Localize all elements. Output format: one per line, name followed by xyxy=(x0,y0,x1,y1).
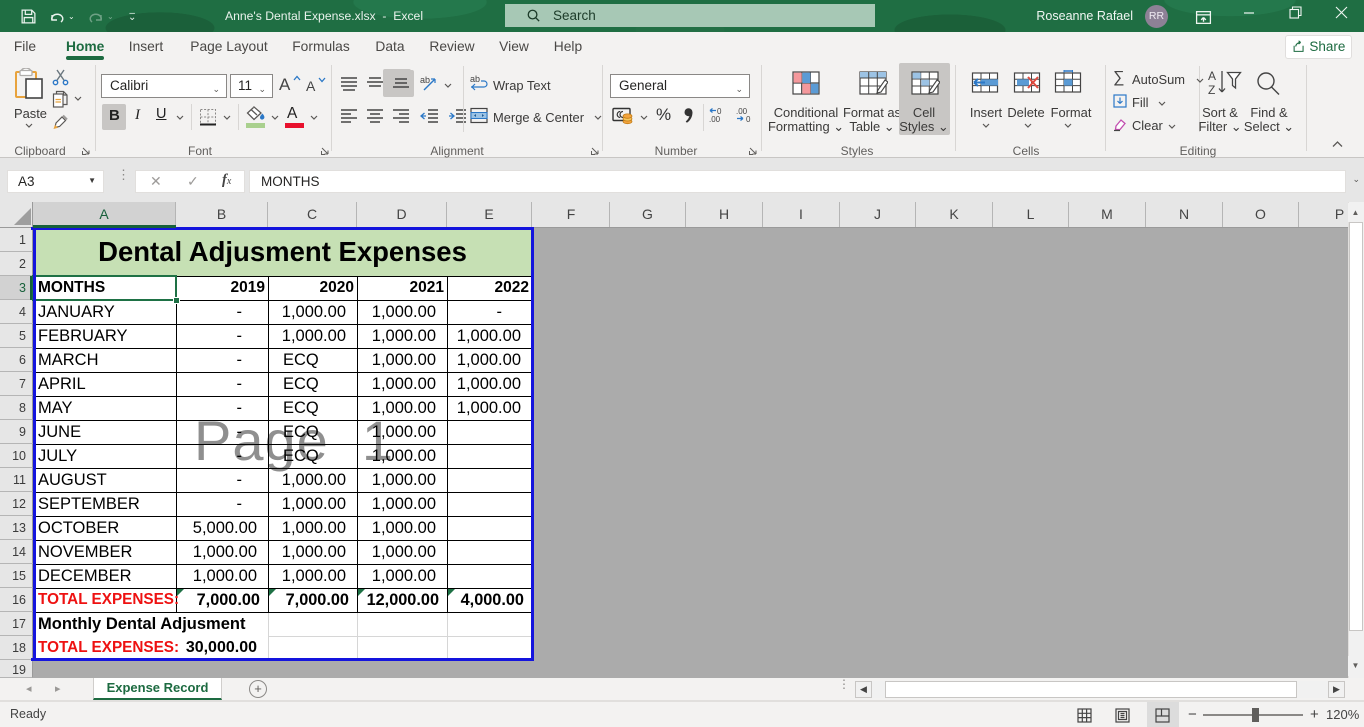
svg-text:Z: Z xyxy=(1208,83,1215,97)
svg-text:A: A xyxy=(1208,69,1216,83)
svg-text:ab: ab xyxy=(470,74,480,84)
svg-text:ab: ab xyxy=(420,75,430,85)
svg-text:.00: .00 xyxy=(709,115,721,123)
